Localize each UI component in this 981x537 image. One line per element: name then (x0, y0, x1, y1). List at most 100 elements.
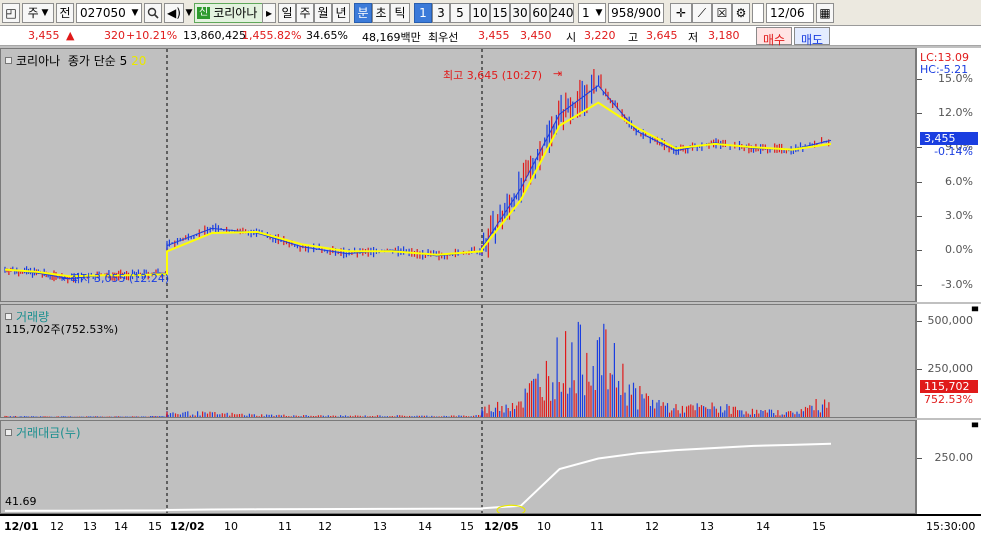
price-tick-label: 15.0% (938, 71, 973, 85)
interval-3-button[interactable]: 3 (432, 3, 450, 23)
window-menu-icon[interactable]: ◰ (2, 3, 20, 23)
stock-name-menu-icon[interactable]: ▸ (262, 3, 276, 23)
price-series-line (4, 84, 832, 280)
date-checkbox[interactable] (752, 3, 764, 23)
amount-series-line (4, 442, 832, 512)
interval-240-button[interactable]: 240 (550, 3, 574, 23)
speaker-icon[interactable]: ◀) (164, 3, 184, 23)
pane-menu-icon[interactable] (5, 313, 12, 320)
time-label: 14 (418, 520, 432, 533)
buy-button[interactable]: 매수 (756, 27, 792, 47)
tab-day-label: 일 (281, 6, 293, 20)
tab-week-label: 주 (299, 6, 311, 20)
time-label: 14 (114, 520, 128, 533)
time-label: 13 (83, 520, 97, 533)
market-type-select[interactable]: 주 ▼ (22, 3, 54, 23)
interval-3-label: 3 (437, 6, 445, 20)
toggle-chart-icon[interactable]: ☒ (712, 3, 732, 23)
code-dropdown-icon[interactable]: ▼ (128, 3, 142, 23)
price-y-axis[interactable]: LC:13.09 HC:-5.21 15.0% 12.0% 9.0% 6.0% 3.0%… (916, 48, 981, 302)
interval-15-button[interactable]: 15 (490, 3, 510, 23)
interval-1-button[interactable]: 1 (414, 3, 432, 23)
draw-line-icon[interactable]: ⟋ (692, 3, 712, 23)
price-tick-mark (917, 250, 922, 252)
time-label: 12 (318, 520, 332, 533)
interval-5-button[interactable]: 5 (450, 3, 470, 23)
volume-value: 13,860,425 (183, 29, 246, 42)
buy-label: 매수 (762, 33, 786, 47)
amount-left-value: 41.69 (5, 495, 37, 508)
data-count-input[interactable]: 958/900 (608, 3, 664, 23)
sell-label: 매도 (800, 33, 824, 47)
prev-button[interactable]: 전 (56, 3, 74, 23)
multiplier-dropdown-icon[interactable]: ▼ (592, 3, 606, 23)
interval-10-button[interactable]: 10 (470, 3, 490, 23)
tab-tick[interactable]: 틱 (390, 3, 410, 23)
interval-240-label: 240 (550, 6, 574, 20)
tab-year-label: 년 (335, 6, 347, 20)
time-label: 13 (700, 520, 714, 533)
new-stock-badge: 신 (197, 7, 211, 19)
time-label: 11 (590, 520, 604, 533)
tab-minute[interactable]: 분 (354, 3, 372, 23)
data-count-value: 958 (611, 6, 635, 20)
tab-week[interactable]: 주 (296, 3, 314, 23)
price-tick-label: -3.0% (941, 277, 973, 291)
amount-legend: 거래대금(누) (5, 424, 81, 441)
chevron-down-icon: ▼ (38, 7, 49, 18)
prev-label: 전 (59, 6, 71, 20)
volume-pct: 1,455.82% (242, 29, 302, 42)
stock-code-value: 027050 (80, 6, 126, 20)
pane-menu-icon[interactable] (5, 57, 12, 64)
amount-chart-pane[interactable]: 거래대금(누) 41.69 (0, 420, 916, 514)
tab-month[interactable]: 월 (314, 3, 332, 23)
time-label: 10 (224, 520, 238, 533)
volume-tag-pct: 752.53% (924, 393, 973, 407)
interval-5-label: 5 (456, 6, 464, 20)
time-label: 13 (373, 520, 387, 533)
tab-day[interactable]: 일 (278, 3, 296, 23)
low-price: 3,180 (708, 29, 740, 42)
speaker-dropdown-icon[interactable]: ▼ (184, 3, 194, 23)
crosshair-icon[interactable]: ✛ (670, 3, 692, 23)
price-change-pct: +10.21% (126, 29, 178, 42)
turnover-rate: 34.65% (306, 29, 348, 42)
tab-second[interactable]: 초 (372, 3, 390, 23)
date-input[interactable]: 12/06 (766, 3, 814, 23)
low-annotation: ⇤최저 3,055 (12:24) (61, 272, 170, 285)
tab-tick-label: 틱 (394, 6, 406, 20)
price-chart-pane[interactable]: 코리아나 종가 단순 5 20 최고 3,645 (10:27) ⇥ ⇤최저 3… (0, 48, 916, 302)
interval-multiplier-value: 1 (582, 6, 590, 20)
interval-30-button[interactable]: 30 (510, 3, 530, 23)
volume-tick-mark (917, 368, 922, 370)
time-label: 15 (812, 520, 826, 533)
time-label: 15 (148, 520, 162, 533)
time-axis: 12/01 12 13 14 15 12/02 10 11 12 13 14 1… (0, 514, 981, 537)
pane-menu-icon[interactable] (5, 429, 12, 436)
volume-tick-label: 500,000 (927, 314, 974, 328)
open-price: 3,220 (584, 29, 616, 42)
time-label: 12/02 (170, 520, 205, 533)
date-value: 12/06 (770, 6, 805, 20)
interval-60-button[interactable]: 60 (530, 3, 550, 23)
settings-icon[interactable]: ⚙ (732, 3, 750, 23)
amount-tick-mark (917, 457, 922, 459)
series-name-label: 코리아나 (16, 54, 61, 68)
time-label: 11 (278, 520, 292, 533)
price-tick-mark (917, 113, 922, 115)
price-tick-mark (917, 216, 922, 217)
open-label: 시 (566, 31, 577, 44)
amount-y-axis[interactable]: ▀ 250.00 (916, 420, 981, 514)
volume-y-axis[interactable]: ▀ 500,000 250,000 115,702 752.53% (916, 304, 981, 418)
tab-month-label: 월 (317, 6, 329, 20)
search-icon[interactable] (144, 3, 162, 23)
calendar-icon[interactable]: ▦ (816, 3, 834, 23)
sell-button[interactable]: 매도 (794, 27, 830, 47)
volume-chart-pane[interactable]: 거래량 115,702주(752.53%) (0, 304, 916, 418)
tab-year[interactable]: 년 (332, 3, 350, 23)
time-label: 10 (537, 520, 551, 533)
price-tick-label: 3.0% (945, 209, 973, 222)
time-label: 15 (460, 520, 474, 533)
pane-maximize-icon[interactable]: ▀ (972, 423, 978, 432)
best-bid-price: 3,450 (520, 29, 552, 42)
